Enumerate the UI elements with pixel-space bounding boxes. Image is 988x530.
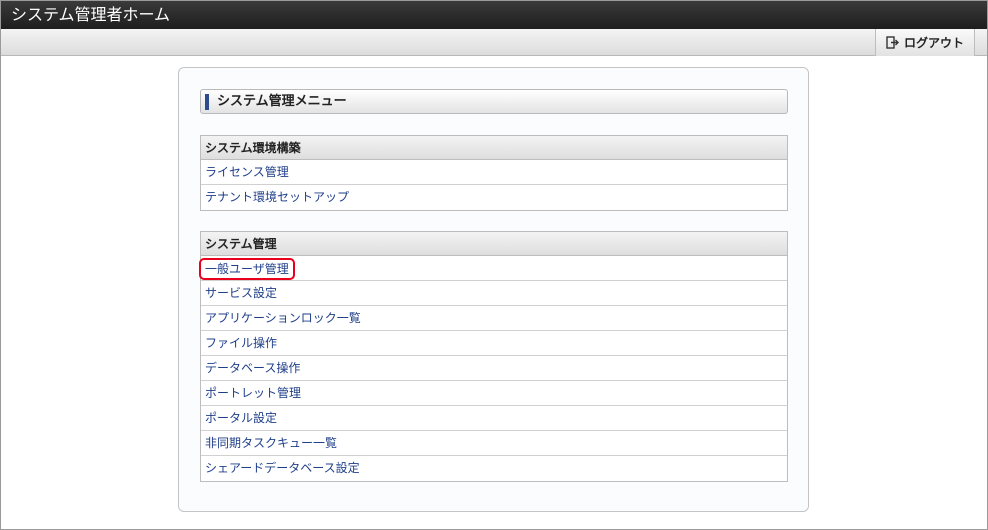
list-item: 非同期タスクキュー一覧 [201,431,787,456]
menu-group-system-environment: システム環境構築 ライセンス管理 テナント環境セットアップ [200,135,788,211]
list-item: ポートレット管理 [201,381,787,406]
list-item: 一般ユーザ管理 [199,256,787,281]
list-item: サービス設定 [201,281,787,306]
list-item: テナント環境セットアップ [201,185,787,210]
link-async-task-queue-list[interactable]: 非同期タスクキュー一覧 [205,436,337,450]
link-tenant-setup[interactable]: テナント環境セットアップ [205,190,349,204]
logout-button[interactable]: ログアウト [875,29,975,56]
toolbar: ログアウト [1,29,987,56]
list-item: アプリケーションロック一覧 [201,306,787,331]
link-application-lock-list[interactable]: アプリケーションロック一覧 [205,311,361,325]
page-title: システム管理者ホーム [11,5,171,24]
list-item: データベース操作 [201,356,787,381]
link-general-user-management[interactable]: 一般ユーザ管理 [199,258,295,280]
link-license-management[interactable]: ライセンス管理 [205,165,289,179]
logout-icon [886,36,899,49]
link-file-operations[interactable]: ファイル操作 [205,336,277,350]
system-menu-panel: システム管理メニュー システム環境構築 ライセンス管理 テナント環境セットアップ… [178,67,809,512]
link-database-operations[interactable]: データベース操作 [205,361,300,375]
list-item: ファイル操作 [201,331,787,356]
group-title: システム環境構築 [201,136,787,160]
list-item: ライセンス管理 [201,160,787,185]
menu-title: システム管理メニュー [217,94,347,109]
group-title: システム管理 [201,232,787,256]
menu-header: システム管理メニュー [200,89,788,114]
menu-header-accent [205,94,209,110]
link-shared-database-settings[interactable]: シェアードデータベース設定 [205,461,360,475]
list-item: ポータル設定 [201,406,787,431]
link-service-settings[interactable]: サービス設定 [205,286,277,300]
logout-label: ログアウト [903,36,964,50]
link-portal-settings[interactable]: ポータル設定 [205,411,277,425]
page-title-bar: システム管理者ホーム [1,1,987,29]
list-item: シェアードデータベース設定 [201,456,787,481]
menu-group-system-management: システム管理 一般ユーザ管理 サービス設定 アプリケーションロック一覧 ファイル… [199,231,788,482]
link-portlet-management[interactable]: ポートレット管理 [205,386,301,400]
